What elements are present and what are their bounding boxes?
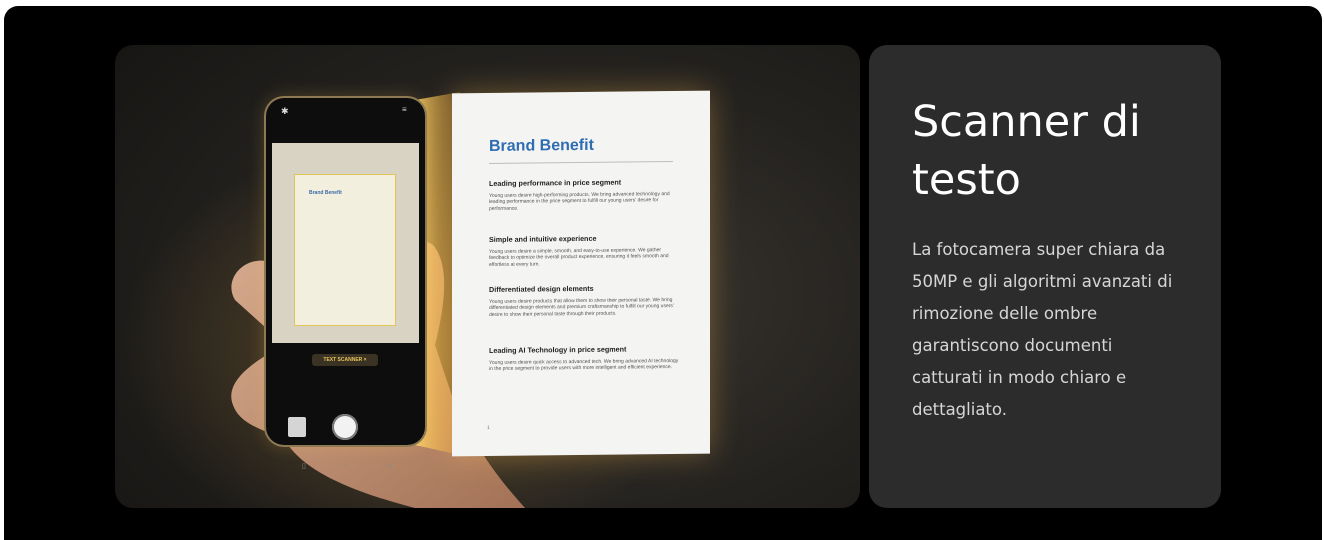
- phone: ✱ ≡ Brand Benefit TEXT SCANNER × ▯ ○ ◁: [266, 98, 425, 470]
- feature-text-card: Scanner di testo La fotocamera super chi…: [869, 45, 1221, 508]
- mini-document-heading: Brand Benefit: [309, 190, 342, 196]
- gallery-thumbnail: [288, 417, 306, 437]
- nav-home-icon: ○: [344, 462, 349, 469]
- scanned-document: Brand Benefit Leading performance in pri…: [452, 90, 710, 457]
- flash-icon: ✱: [281, 106, 289, 116]
- feature-description: La fotocamera super chiara da 50MP e gli…: [912, 240, 1173, 419]
- nav-back-icon: ◁: [386, 463, 392, 470]
- section-heading: Simple and intuitive experience: [489, 233, 597, 244]
- document-section: Differentiated design elements Young use…: [489, 283, 679, 318]
- section-text: Young users desire high-performing produ…: [489, 191, 670, 212]
- section-text: Young users desire a simple, smooth, and…: [489, 247, 669, 268]
- section-heading: Differentiated design elements: [489, 283, 594, 294]
- page-number: 1: [487, 424, 490, 431]
- text-scanner-chip: TEXT SCANNER ×: [312, 354, 378, 366]
- document-heading: Brand Benefit: [489, 136, 594, 155]
- document-section: Leading performance in price segment You…: [489, 177, 679, 212]
- section-heading: Leading AI Technology in price segment: [489, 344, 627, 355]
- document-divider: [489, 161, 673, 164]
- phone-nav-bar: ▯ ○ ◁: [302, 462, 392, 470]
- nav-recent-icon: ▯: [302, 463, 306, 470]
- camera-viewfinder: Brand Benefit: [272, 143, 419, 343]
- feature-image: Brand Benefit Leading performance in pri…: [115, 45, 860, 508]
- section-text: Young users desire quick access to advan…: [489, 357, 679, 373]
- feature-section: Brand Benefit Leading performance in pri…: [4, 6, 1322, 540]
- section-text: Young users desire products that allow t…: [489, 297, 674, 318]
- document-section: Leading AI Technology in price segment Y…: [489, 344, 679, 373]
- section-heading: Leading performance in price segment: [489, 177, 622, 188]
- shutter-button: [332, 414, 358, 440]
- detected-document: Brand Benefit: [294, 174, 396, 326]
- feature-title: Scanner di testo: [912, 97, 1141, 205]
- document-section: Simple and intuitive experience Young us…: [489, 233, 679, 268]
- menu-icon: ≡: [402, 105, 407, 114]
